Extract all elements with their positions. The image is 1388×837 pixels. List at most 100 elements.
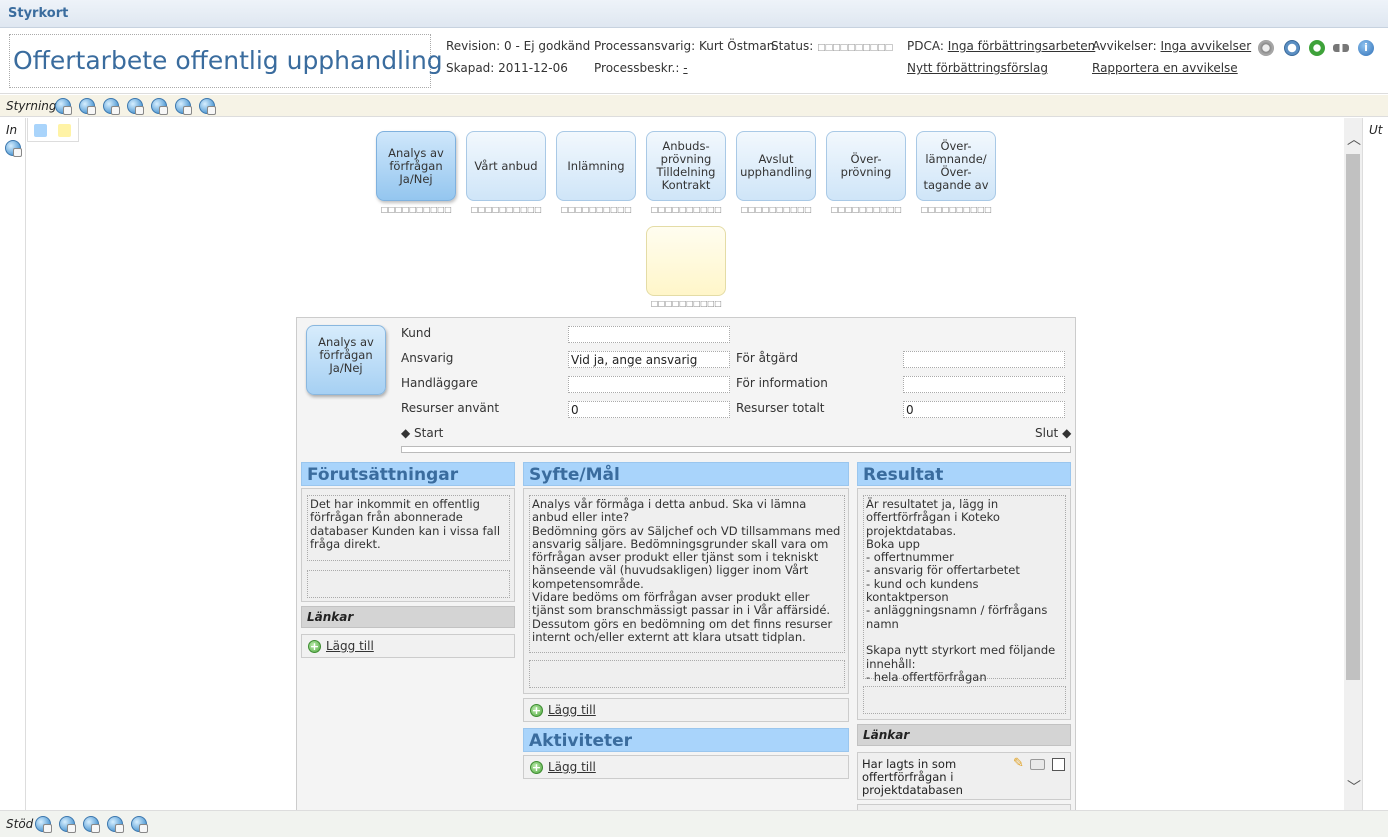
yellow-step[interactable] (646, 226, 726, 296)
ut-label: Ut (1369, 123, 1383, 137)
resultat-links-header: Länkar (857, 724, 1071, 746)
created-value: 2011-12-06 (498, 61, 568, 75)
resultat-link-text[interactable]: Har lagts in som offertförfrågan i proje… (862, 758, 1002, 797)
owner-meta: Processansvarig: Kurt Östman (594, 39, 775, 53)
handlaggare-label: Handläggare (401, 376, 478, 390)
stod-globe-icon[interactable] (107, 816, 124, 833)
process-step[interactable]: Analys av förfrågan Ja/Nej (376, 131, 456, 201)
resurser-totalt-field[interactable]: 0 (903, 401, 1065, 418)
kund-label: Kund (401, 326, 432, 340)
created-meta: Skapad: 2011-12-06 (446, 61, 568, 75)
color-legend (27, 118, 79, 142)
stod-globe-icon[interactable] (59, 816, 76, 833)
kund-field[interactable] (568, 326, 730, 343)
slut-label: Slut ◆ (1035, 426, 1072, 440)
styrning-bar: Styrning (0, 95, 1388, 117)
owner-value: Kurt Östman (698, 39, 775, 53)
add-icon[interactable]: + (530, 761, 543, 774)
in-label: In (6, 123, 18, 137)
stod-label: Stöd (6, 817, 34, 831)
new-improvement-link[interactable]: Nytt förbättringsförslag (907, 61, 1048, 75)
comment-icon[interactable] (1030, 759, 1045, 770)
forutsattningar-text[interactable]: Det har inkommit en offentlig förfrågan … (307, 495, 510, 561)
stod-bar: Stöd (0, 810, 1388, 837)
syfte-add-row[interactable]: + Lägg till (523, 698, 849, 722)
process-step[interactable]: Inlämning (556, 131, 636, 201)
aktiviteter-header: Aktiviteter (523, 728, 849, 752)
styrning-globe-icon[interactable] (199, 98, 216, 115)
styrning-globe-icon[interactable] (55, 98, 72, 115)
styrning-globe-icon[interactable] (175, 98, 192, 115)
resultat-text[interactable]: Är resultatet ja, lägg in offertförfråga… (863, 495, 1066, 684)
info-icon[interactable]: i (1358, 40, 1374, 56)
process-step[interactable]: Avslut upphandling (736, 131, 816, 201)
forutsattningar-panel: Det har inkommit en offentlig förfrågan … (301, 488, 515, 602)
report-deviation-link[interactable]: Rapportera en avvikelse (1092, 61, 1238, 75)
deviations-link[interactable]: Inga avvikelser (1161, 39, 1252, 53)
step-status-dots: □□□□□□□□□□ (650, 299, 722, 308)
process-step[interactable]: Vårt anbud (466, 131, 546, 201)
for-atgard-label: För åtgärd (736, 351, 798, 365)
syfte-header: Syfte/Mål (523, 462, 849, 486)
revision-value: 0 - Ej godkänd (504, 39, 591, 53)
forutsattningar-add-row[interactable]: + Lägg till (301, 634, 515, 658)
status-indicator: □□□□□□□□□□ (817, 43, 893, 53)
in-globe-icon[interactable] (5, 140, 22, 157)
vertical-scrollbar[interactable]: ︿ ﹀ (1344, 118, 1362, 810)
selected-step-card[interactable]: Analys av förfrågan Ja/Nej (306, 325, 386, 395)
scrollbar-thumb[interactable] (1346, 154, 1360, 680)
for-information-label: För information (736, 376, 828, 390)
for-information-field[interactable] (903, 376, 1065, 393)
step-status-dots: □□□□□□□□□□ (830, 205, 902, 214)
description-meta: Processbeskr.: - (594, 61, 688, 75)
styrning-label: Styrning (6, 99, 57, 113)
process-step[interactable]: Anbuds-prövning Tilldelning Kontrakt (646, 131, 726, 201)
styrning-globe-icon[interactable] (103, 98, 120, 115)
gear-icon[interactable] (1258, 40, 1274, 56)
styrning-globe-icon[interactable] (151, 98, 168, 115)
scroll-up-icon[interactable]: ︿ (1347, 133, 1361, 147)
syfte-text[interactable]: Analys vår förmåga i detta anbud. Ska vi… (529, 495, 845, 653)
process-step[interactable]: Över-lämnande/ Över-tagande av (916, 131, 996, 201)
add-link[interactable]: Lägg till (548, 703, 596, 717)
process-step[interactable]: Över-prövning (826, 131, 906, 201)
add-link[interactable]: Lägg till (548, 760, 596, 774)
description-link[interactable]: - (683, 61, 687, 75)
add-link[interactable]: Lägg till (326, 639, 374, 653)
timeline-progress-bar (401, 446, 1071, 453)
forutsattningar-header: Förutsättningar (301, 462, 515, 486)
step-status-dots: □□□□□□□□□□ (470, 205, 542, 214)
for-atgard-field[interactable] (903, 351, 1065, 368)
edit-pencil-icon[interactable]: ✎ (1013, 757, 1027, 771)
step-status-dots: □□□□□□□□□□ (650, 205, 722, 214)
syfte-empty-field[interactable] (529, 660, 845, 688)
status-meta: Status: □□□□□□□□□□ (771, 39, 893, 53)
unlink-icon[interactable] (1333, 44, 1349, 52)
pdca-link[interactable]: Inga förbättringsarbeten (948, 39, 1096, 53)
styrning-globe-icon[interactable] (79, 98, 96, 115)
aktiviteter-add-row[interactable]: + Lägg till (523, 755, 849, 779)
refresh-icon[interactable] (1309, 40, 1325, 56)
forutsattningar-empty-field[interactable] (307, 570, 510, 598)
stod-globe-icon[interactable] (35, 816, 52, 833)
resultat-link-item: Har lagts in som offertförfrågan i proje… (857, 752, 1071, 800)
step-status-dots: □□□□□□□□□□ (740, 205, 812, 214)
stod-globe-icon[interactable] (83, 816, 100, 833)
resurser-anvant-field[interactable]: 0 (568, 401, 730, 418)
add-icon[interactable]: + (530, 704, 543, 717)
styrning-globe-icon[interactable] (127, 98, 144, 115)
scroll-down-icon[interactable]: ﹀ (1347, 781, 1361, 795)
in-column: In (0, 118, 26, 810)
resultat-empty-field[interactable] (863, 686, 1066, 714)
process-title[interactable]: Offertarbete offentlig upphandling (9, 34, 443, 88)
yellow-legend-swatch[interactable] (58, 124, 71, 137)
ansvarig-field[interactable]: Vid ja, ange ansvarig (568, 351, 730, 368)
forutsattningar-links-header: Länkar (301, 606, 515, 628)
stod-globe-icon[interactable] (131, 816, 148, 833)
handlaggare-field[interactable] (568, 376, 730, 393)
add-icon[interactable]: + (308, 640, 321, 653)
pdca-meta: PDCA: Inga förbättringsarbeten (907, 39, 1096, 53)
blue-legend-swatch[interactable] (34, 124, 47, 137)
select-checkbox[interactable] (1052, 758, 1065, 771)
clock-icon[interactable] (1284, 40, 1300, 56)
